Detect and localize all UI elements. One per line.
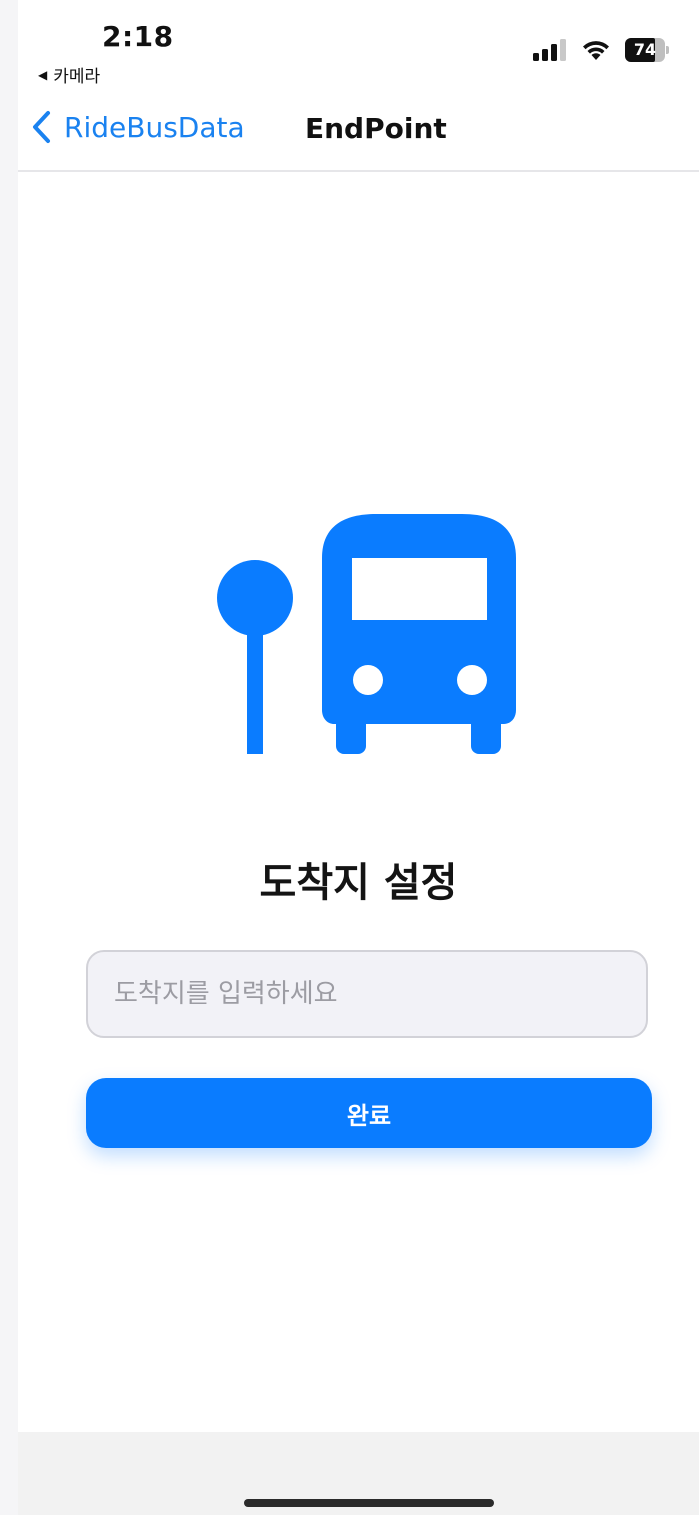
home-indicator[interactable] bbox=[244, 1499, 494, 1507]
signal-icon bbox=[533, 39, 566, 61]
status-back-label: 카메라 bbox=[53, 67, 101, 87]
done-button[interactable]: 완료 bbox=[86, 1078, 652, 1148]
wifi-icon bbox=[583, 41, 609, 60]
destination-input[interactable] bbox=[86, 950, 648, 1038]
status-back-to-app[interactable]: ◀ 카메라 bbox=[38, 62, 100, 87]
status-time: 2:18 bbox=[102, 20, 174, 53]
screen: 2:18 ◀ 카메라 74 RideBusData EndPoint 도착지 설… bbox=[18, 0, 699, 1515]
battery-level: 74 bbox=[633, 40, 657, 59]
nav-title: EndPoint bbox=[305, 112, 447, 145]
chevron-left-icon bbox=[33, 111, 50, 143]
page-heading: 도착지 설정 bbox=[259, 860, 458, 906]
nav-back-button[interactable]: RideBusData bbox=[32, 110, 245, 144]
navigation-bar: RideBusData EndPoint bbox=[18, 92, 699, 172]
battery-icon: 74 bbox=[625, 38, 669, 62]
back-triangle-icon: ◀ bbox=[38, 67, 48, 82]
bus-stop-icon bbox=[217, 514, 516, 754]
nav-back-label: RideBusData bbox=[64, 110, 245, 144]
status-icons: 74 bbox=[533, 38, 669, 62]
